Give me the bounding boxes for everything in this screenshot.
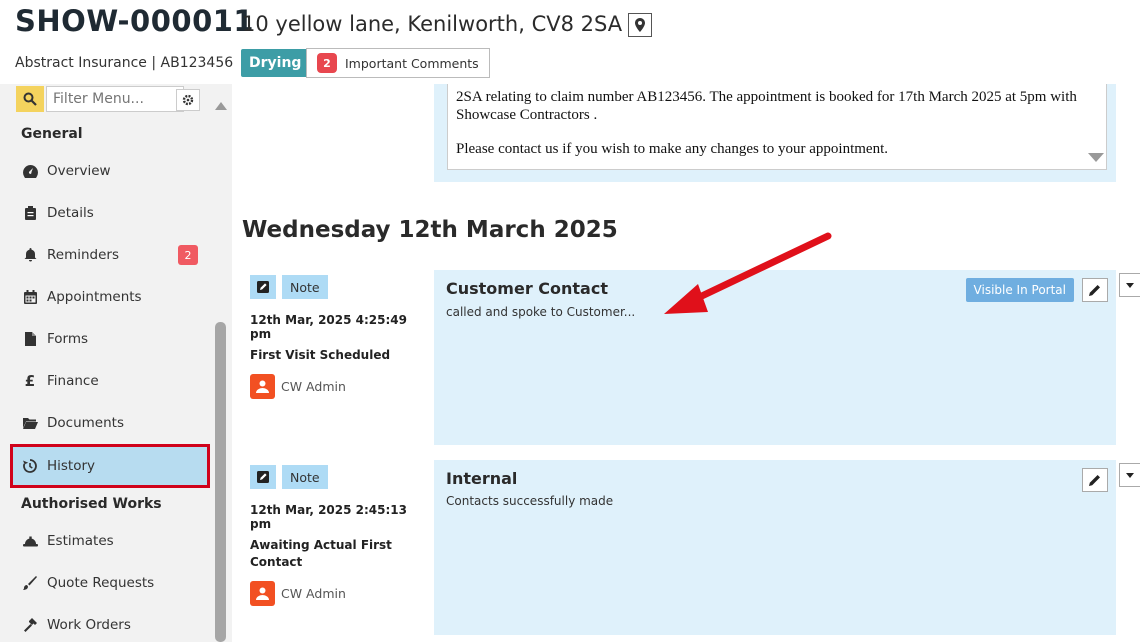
hammer-icon (22, 617, 38, 633)
folder-icon (22, 415, 38, 431)
sidebar-item-label: History (47, 458, 96, 474)
brush-icon (22, 575, 38, 591)
entry-options-dropdown[interactable] (1119, 463, 1140, 487)
history-date-heading: Wednesday 12th March 2025 (242, 217, 618, 243)
sidebar-item-label: Reminders (47, 247, 119, 263)
map-pin-icon (635, 18, 645, 32)
sidebar-item-label: Documents (47, 415, 124, 431)
avatar (250, 374, 275, 399)
job-id: SHOW-000011 (15, 4, 255, 38)
entry-user-name: CW Admin (281, 379, 346, 394)
sidebar-item-label: Quote Requests (47, 575, 155, 591)
history-entry-meta: Note 12th Mar, 2025 4:25:49 pm First Vis… (250, 275, 430, 399)
pencil-icon (1089, 475, 1100, 486)
bell-icon (22, 247, 38, 263)
entry-user: CW Admin (250, 374, 430, 399)
entry-stage: First Visit Scheduled (250, 348, 391, 362)
entry-body: Contacts successfully made (446, 494, 614, 508)
sidebar-item-estimates[interactable]: Estimates (12, 522, 208, 560)
entry-timestamp: 12th Mar, 2025 2:45:13 pm (250, 503, 408, 531)
sidebar-scrollbar[interactable] (215, 322, 226, 642)
pencil-icon (1089, 285, 1100, 296)
sidebar-item-label: Estimates (47, 533, 114, 549)
chevron-down-icon (1126, 282, 1134, 288)
entry-timestamp: 12th Mar, 2025 4:25:49 pm (250, 313, 408, 341)
sidebar-item-details[interactable]: Details (12, 194, 208, 232)
file-icon (22, 331, 38, 347)
avatar (250, 581, 275, 606)
history-entry-meta: Note 12th Mar, 2025 2:45:13 pm Awaiting … (250, 465, 430, 606)
status-badge: Drying (241, 49, 310, 77)
sidebar-item-overview[interactable]: Overview (12, 152, 208, 190)
email-preview-text: 2SA relating to claim number AB123456. T… (447, 84, 1107, 170)
chevron-down-icon (1126, 472, 1134, 478)
dashboard-icon (22, 163, 38, 179)
sidebar-item-label: Forms (47, 331, 89, 347)
gear-icon (182, 94, 194, 106)
sidebar: General Overview Details Reminders 2 App… (0, 84, 232, 642)
important-comments-button[interactable]: 2 Important Comments (306, 48, 490, 78)
sidebar-item-label: Appointments (47, 289, 142, 305)
entry-options-dropdown[interactable] (1119, 273, 1140, 297)
sidebar-item-label: Overview (47, 163, 111, 179)
annotation-arrow (664, 232, 832, 314)
email-scroll-down[interactable] (1088, 153, 1104, 162)
entry-user: CW Admin (250, 581, 430, 606)
entry-type-label: Note (282, 465, 328, 489)
sidebar-item-forms[interactable]: Forms (12, 320, 208, 358)
sidebar-item-finance[interactable]: £ Finance (12, 362, 208, 400)
job-address: 10 yellow lane, Kenilworth, CV8 2SA (242, 12, 623, 36)
visible-in-portal-button[interactable]: Visible In Portal (965, 278, 1074, 302)
entry-type-row: Note (250, 275, 430, 299)
calendar-icon (22, 289, 38, 305)
edit-entry-button[interactable] (1082, 278, 1108, 302)
comments-count-badge: 2 (317, 53, 337, 73)
clipboard-icon (22, 205, 38, 221)
search-icon (16, 86, 44, 112)
entry-user-name: CW Admin (281, 586, 346, 601)
sidebar-item-appointments[interactable]: Appointments (12, 278, 208, 316)
history-entry-card[interactable]: Internal Contacts successfully made (434, 460, 1116, 635)
note-icon (250, 465, 276, 489)
map-pin-button[interactable] (628, 13, 652, 37)
hard-hat-icon (22, 533, 38, 549)
entry-stage: Awaiting Actual First Contact (250, 538, 392, 569)
email-line: 2SA relating to claim number AB123456. T… (456, 89, 1077, 123)
comments-label: Important Comments (345, 55, 479, 71)
pound-icon: £ (24, 372, 36, 390)
entry-type-row: Note (250, 465, 430, 489)
section-general: General (21, 126, 83, 142)
filter-menu-input[interactable] (46, 86, 184, 112)
job-header: SHOW-000011 10 yellow lane, Kenilworth, … (0, 0, 1140, 84)
entry-title: Internal (446, 469, 518, 488)
reminders-count-badge: 2 (178, 245, 198, 265)
entry-body: called and spoke to Customer... (446, 305, 636, 319)
history-icon (22, 458, 38, 474)
sidebar-item-label: Finance (47, 373, 99, 389)
section-authorised-works: Authorised Works (21, 496, 162, 512)
sidebar-item-quote-requests[interactable]: Quote Requests (12, 564, 208, 602)
sidebar-scroll-up[interactable] (215, 102, 227, 110)
entry-title: Customer Contact (446, 279, 608, 298)
insurer-reference: Abstract Insurance | AB123456 (15, 55, 234, 71)
sidebar-item-label: Work Orders (47, 617, 131, 633)
sidebar-item-work-orders[interactable]: Work Orders (12, 606, 208, 642)
entry-type-label: Note (282, 275, 328, 299)
sidebar-item-label: Details (47, 205, 94, 221)
settings-button[interactable] (176, 89, 200, 111)
sidebar-item-reminders[interactable]: Reminders 2 (12, 236, 208, 274)
edit-entry-button[interactable] (1082, 468, 1108, 492)
sidebar-item-history[interactable]: History (10, 444, 210, 488)
note-icon (250, 275, 276, 299)
email-line: Please contact us if you wish to make an… (456, 141, 888, 157)
sidebar-item-documents[interactable]: Documents (12, 404, 208, 442)
